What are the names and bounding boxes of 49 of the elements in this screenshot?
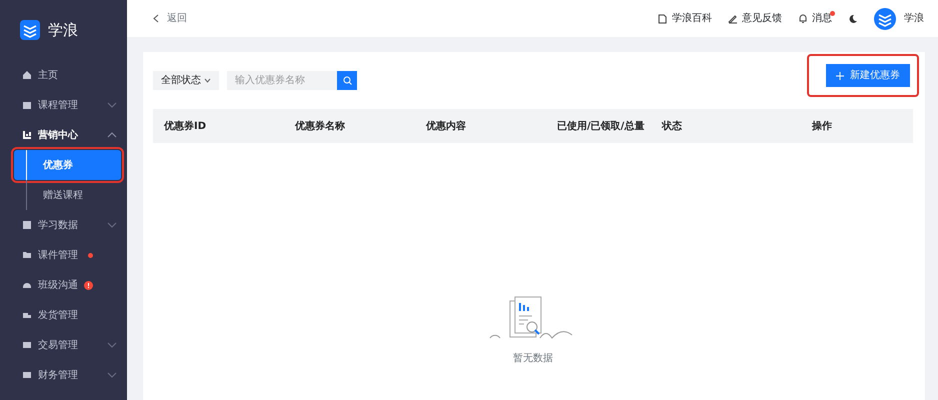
brand-name: 学浪 xyxy=(48,20,78,41)
document-icon xyxy=(658,14,668,24)
sidebar-item[interactable]: 主页 xyxy=(0,60,127,90)
column-header: 已使用/已领取/总量 xyxy=(557,120,644,132)
bell-icon xyxy=(798,14,808,24)
sidebar-item[interactable]: 发货管理 xyxy=(0,300,127,330)
user-name: 学浪 xyxy=(904,12,924,26)
moon-icon xyxy=(848,14,858,24)
column-header: 状态 xyxy=(662,120,682,132)
back-link[interactable]: 返回 xyxy=(153,11,187,26)
chevron-icon xyxy=(107,221,117,229)
header-link[interactable]: 学浪百科 xyxy=(658,11,712,26)
column-header: 操作 xyxy=(812,120,832,132)
sidebar-item[interactable]: 交易管理 xyxy=(0,330,127,360)
sidebar-item[interactable]: 学习数据 xyxy=(0,210,127,240)
sidebar-subitem[interactable]: 优惠券 xyxy=(14,150,121,180)
sidebar-item[interactable]: 班级沟通 xyxy=(0,270,127,300)
avatar-icon xyxy=(874,8,896,30)
alert-icon xyxy=(84,280,93,290)
pen-icon xyxy=(728,14,738,24)
column-header: 优惠券名称 xyxy=(295,120,345,132)
column-header: 优惠内容 xyxy=(426,120,466,132)
status-filter[interactable]: 全部状态 xyxy=(153,71,219,90)
chat-icon xyxy=(22,280,32,290)
sidebar-item[interactable]: 课程管理 xyxy=(0,90,127,120)
chevron-icon xyxy=(107,371,117,379)
folder-icon xyxy=(22,250,32,260)
sidebar-subitem[interactable]: 赠送课程 xyxy=(0,180,127,210)
chevron-icon xyxy=(204,78,211,83)
home-icon xyxy=(22,70,32,80)
chevron-icon xyxy=(107,341,117,349)
chevron-icon xyxy=(107,101,117,109)
sidebar-item[interactable]: 财务管理 xyxy=(0,360,127,390)
new-coupon-button[interactable]: 新建优惠券 xyxy=(826,64,910,87)
header-link[interactable]: 意见反馈 xyxy=(728,11,782,26)
unread-dot xyxy=(830,11,835,16)
column-header: 优惠券ID xyxy=(164,120,206,132)
notification-dot xyxy=(88,252,93,258)
header-link[interactable]: 消息 xyxy=(798,11,832,26)
search-button[interactable] xyxy=(337,71,357,90)
plus-icon xyxy=(836,72,844,80)
empty-message: 暂无数据 xyxy=(513,352,553,366)
sidebar-item[interactable]: 课件管理 xyxy=(0,240,127,270)
search-icon xyxy=(342,76,352,85)
logo-icon xyxy=(20,20,40,40)
chevron-icon xyxy=(107,131,117,139)
sidebar-item[interactable]: 营销中心 xyxy=(0,120,127,150)
back-icon xyxy=(153,14,159,23)
search-field[interactable]: 输入优惠券名称 xyxy=(227,71,337,90)
